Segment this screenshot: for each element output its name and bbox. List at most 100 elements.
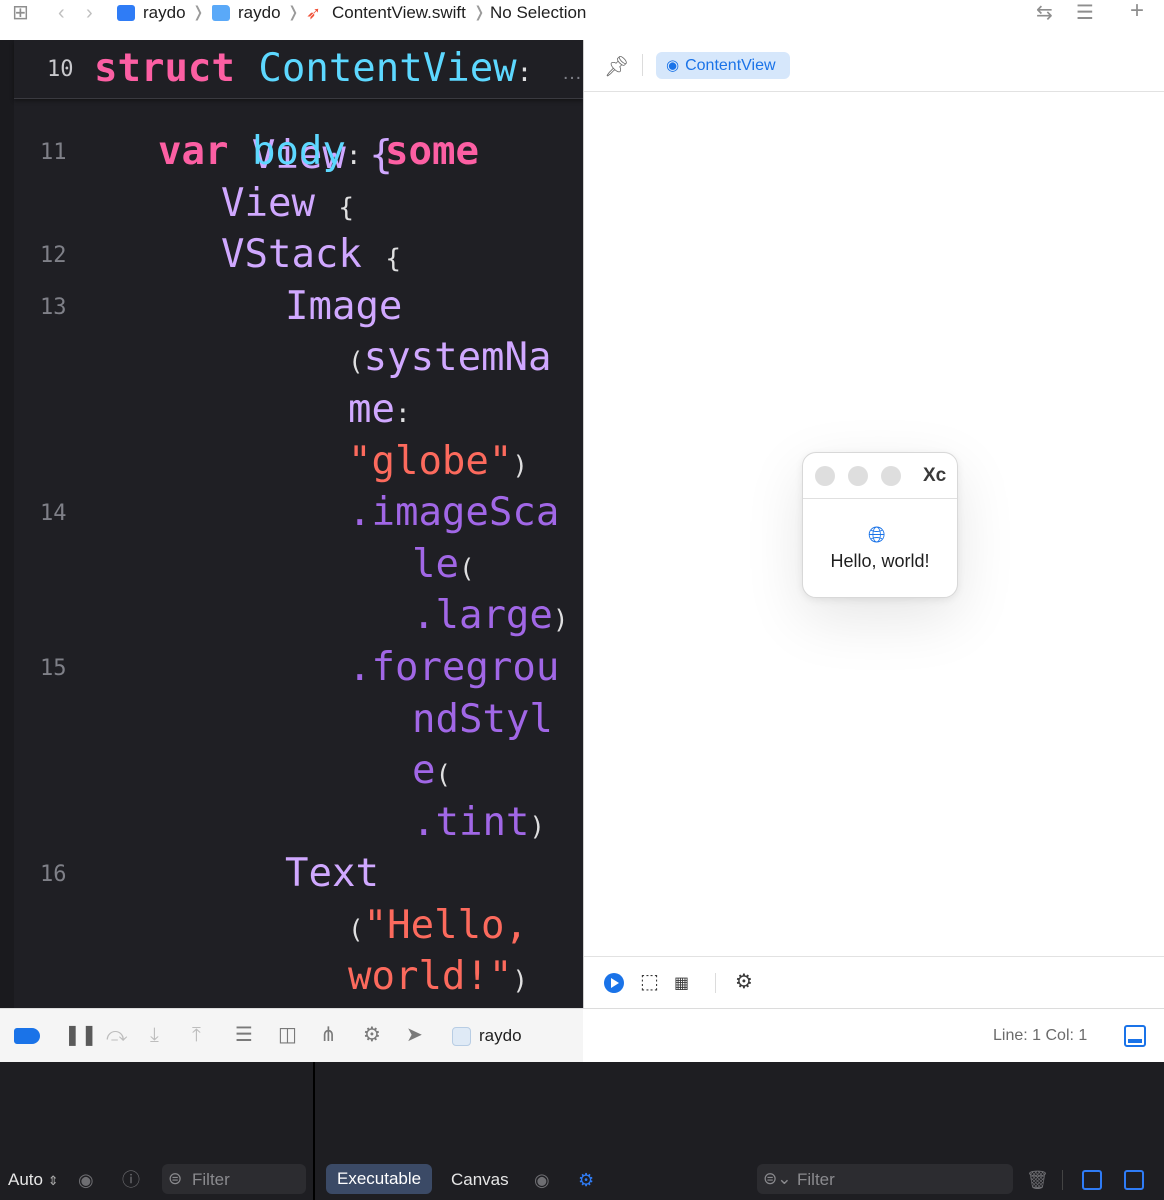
executable-tab[interactable]: Executable	[326, 1164, 433, 1194]
up-down-chevron-icon: ⇕	[47, 1173, 59, 1188]
toolbar-divider	[642, 54, 643, 76]
line-number: 13	[40, 295, 67, 320]
globe-icon: 🌐︎	[868, 522, 886, 547]
hello-world-text: Hello, world!	[830, 551, 930, 571]
preview-canvas[interactable]: 📌︎ ◉ ContentView Xc 🌐︎ Hello, world! ⬚ ▦ …	[583, 40, 1164, 1008]
back-chevron-icon[interactable]: ‹	[58, 3, 65, 23]
step-over-icon[interactable]: ⤼	[106, 1024, 127, 1046]
breadcrumb-file[interactable]: ContentView.swift	[332, 3, 466, 23]
controls-divider	[715, 973, 716, 993]
debug-bar: ❚❚ ⤼ ⤓ ⤒ ☰ ◫ ⋔ ⚙ ➤ raydo Line: 1 Col: 1	[0, 1008, 1164, 1064]
breadcrumb-folder[interactable]: raydo	[238, 3, 281, 23]
eye-icon: ◉	[666, 57, 680, 74]
breadcrumb-project[interactable]: raydo	[143, 3, 186, 23]
zoom-window-button[interactable]	[881, 466, 901, 486]
preview-window-title: Xc	[923, 465, 947, 486]
filter-icon: ⊜	[168, 1169, 183, 1188]
code-line: (systemNa	[348, 335, 552, 380]
truncation-ellipsis: …	[562, 62, 582, 84]
code-line: le(	[412, 542, 475, 587]
editor-options-icon[interactable]: ☰	[1076, 3, 1094, 23]
breadcrumb-selection[interactable]: No Selection	[490, 3, 586, 23]
pause-icon[interactable]: ❚❚	[64, 1024, 98, 1046]
code-line: e(	[412, 748, 452, 793]
grid-icon[interactable]: ⊞	[12, 3, 29, 23]
code-line: world!")	[348, 954, 529, 999]
close-window-button[interactable]	[815, 466, 835, 486]
quick-look-eye-icon[interactable]: ◉	[78, 1170, 94, 1190]
simulate-location-icon[interactable]: ➤	[406, 1024, 423, 1046]
code-line: .tint)	[412, 800, 546, 845]
code-line: .imageSca	[348, 490, 560, 535]
code-line: .foregrou	[348, 645, 560, 690]
preview-window[interactable]: Xc 🌐︎ Hello, world!	[802, 452, 958, 598]
console-filter-placeholder: Filter	[797, 1170, 835, 1189]
debug-area: Auto ⇕ ◉ ⓘ ⊜ Filter Executable Canvas ◉ …	[0, 1062, 1164, 1200]
preview-controls: ⬚ ▦ ⚙	[584, 956, 1164, 1009]
view-hierarchy-3d-icon[interactable]: ◫	[278, 1024, 297, 1046]
sticky-scope-header[interactable]: 10 struct ContentView: …	[14, 40, 583, 99]
environment-toggle-icon[interactable]: ⚙	[578, 1170, 594, 1190]
pin-icon[interactable]: 📌︎	[604, 54, 629, 79]
code-line: ("Hello,	[348, 903, 529, 948]
code-line: .large)	[412, 593, 569, 638]
line-number: 11	[40, 140, 67, 165]
eye-icon[interactable]: ◉	[534, 1170, 550, 1190]
preview-window-titlebar: Xc	[803, 453, 957, 499]
code-line: struct ContentView:	[94, 46, 533, 91]
preview-toolbar: 📌︎ ◉ ContentView	[584, 40, 1164, 92]
variables-scope-selector[interactable]: Auto ⇕	[8, 1170, 59, 1190]
breadcrumb-separator-icon: ❭	[192, 4, 205, 21]
add-editor-plus-icon[interactable]: +	[1130, 0, 1144, 23]
code-line: me:	[348, 387, 411, 432]
project-icon	[117, 5, 135, 21]
debug-view-hierarchy-icon[interactable]: ☰	[235, 1024, 253, 1046]
show-variables-view-icon[interactable]	[1082, 1170, 1102, 1190]
breadcrumb-separator-icon: ❭	[473, 4, 486, 21]
variables-filter-field[interactable]: ⊜ Filter	[162, 1164, 306, 1194]
live-preview-play-icon[interactable]	[604, 973, 624, 993]
code-line: Text	[285, 851, 379, 896]
console-divider	[1062, 1170, 1063, 1190]
info-icon[interactable]: ⓘ	[122, 1170, 140, 1190]
jump-bar: ⊞ ‹ › raydo ❭ raydo ❭ ➶ ContentView.swif…	[0, 0, 1164, 41]
memory-graph-icon[interactable]: ⋔	[320, 1024, 337, 1046]
show-console-view-icon[interactable]	[1124, 1170, 1144, 1190]
breakpoints-toggle-icon[interactable]	[14, 1028, 40, 1044]
minimize-window-button[interactable]	[848, 466, 868, 486]
editor-gutter	[0, 40, 14, 1008]
code-line: View {	[221, 181, 355, 226]
code-line: "globe")	[348, 439, 529, 484]
line-number: 10	[47, 57, 74, 82]
preview-contentview-chip[interactable]: ◉ ContentView	[656, 52, 790, 79]
code-line: Image	[285, 284, 403, 329]
code-line: var body: some	[158, 129, 479, 174]
line-column-indicator: Line: 1 Col: 1	[993, 1027, 1088, 1044]
filter-options-icon[interactable]: ⊜⌄	[763, 1169, 792, 1189]
debug-area-divider[interactable]	[313, 1062, 315, 1200]
selectable-mode-icon[interactable]: ⬚	[640, 971, 659, 993]
step-out-icon[interactable]: ⤒	[192, 1024, 201, 1046]
swift-file-icon: ➶	[306, 3, 322, 23]
console-filter-field[interactable]: ⊜⌄ Filter	[757, 1164, 1013, 1194]
related-items-swap-icon[interactable]: ⇆	[1036, 3, 1053, 23]
folder-icon	[212, 5, 230, 21]
variables-filter-placeholder: Filter	[192, 1170, 230, 1189]
environment-overrides-icon[interactable]: ⚙	[363, 1024, 381, 1046]
variants-grid-icon[interactable]: ▦	[674, 973, 689, 995]
toggle-debug-area-icon[interactable]	[1124, 1025, 1146, 1047]
debug-target-label[interactable]: raydo	[479, 1026, 522, 1046]
step-into-icon[interactable]: ⤓	[150, 1024, 159, 1046]
code-editor[interactable]: View { 11 var body: some View { 12 VStac…	[0, 40, 583, 1008]
code-line: ndStyl	[412, 697, 553, 742]
forward-chevron-icon[interactable]: ›	[86, 3, 93, 23]
breadcrumb-separator-icon: ❭	[287, 4, 300, 21]
device-settings-toggle-icon[interactable]: ⚙	[735, 971, 753, 993]
trash-icon[interactable]: 🗑︎	[1026, 1170, 1049, 1190]
preview-chip-label: ContentView	[685, 57, 776, 74]
target-app-icon	[452, 1027, 471, 1046]
line-number: 14	[40, 501, 67, 526]
line-number: 12	[40, 243, 67, 268]
line-number: 15	[40, 656, 67, 681]
canvas-tab[interactable]: Canvas	[451, 1170, 509, 1190]
